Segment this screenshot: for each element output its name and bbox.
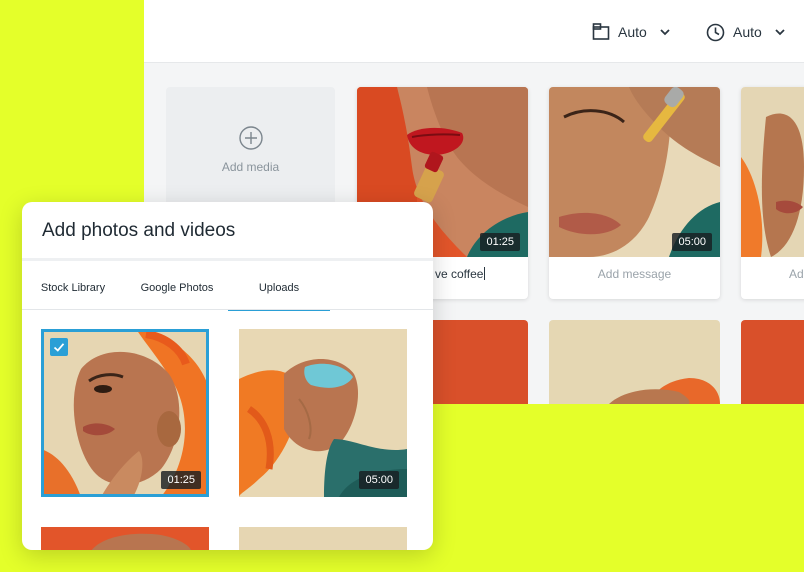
video-duration: 05:00 [672,233,712,251]
chevron-down-icon [775,29,785,36]
time-label: Auto [733,24,762,40]
upload-tile[interactable]: 01:25 [41,329,209,497]
post-card[interactable]: 05:00 Add message [549,87,720,299]
tab-stock-library[interactable]: Stock Library [32,274,114,311]
add-media-modal: Add photos and videos Stock Library Goog… [22,202,433,550]
upload-tile[interactable]: 05:00 [239,329,407,497]
time-dropdown[interactable]: Auto [706,19,786,45]
layout-label: Auto [618,24,647,40]
upload-tile[interactable] [239,527,407,550]
tab-uploads[interactable]: Uploads [228,274,330,311]
check-icon [53,343,65,352]
select-checkbox[interactable] [50,338,68,356]
media-tile[interactable] [549,320,720,404]
video-duration: 01:25 [161,471,201,489]
tab-google-photos[interactable]: Google Photos [132,274,222,311]
source-tabs: Stock Library Google Photos Uploads [22,274,433,311]
modal-title: Add photos and videos [42,220,236,241]
post-card[interactable]: Ad [741,87,804,299]
video-thumbnail[interactable] [741,87,804,257]
video-thumbnail[interactable]: 05:00 [549,87,720,257]
message-input[interactable]: Add message [549,267,720,281]
top-toolbar: Auto Auto [144,0,804,63]
divider [22,309,433,310]
upload-tile[interactable] [41,527,209,550]
video-duration: 01:25 [480,233,520,251]
clock-icon [706,23,725,41]
message-input[interactable]: ve coffee [435,267,528,281]
plus-circle-icon [239,126,263,150]
chevron-down-icon [660,29,670,36]
message-input[interactable]: Ad [789,267,804,281]
layout-dropdown[interactable]: Auto [592,19,671,45]
media-tile[interactable] [741,320,804,404]
divider [22,258,433,261]
add-media-label: Add media [221,160,280,174]
layout-icon [592,23,610,40]
video-duration: 05:00 [359,471,399,489]
